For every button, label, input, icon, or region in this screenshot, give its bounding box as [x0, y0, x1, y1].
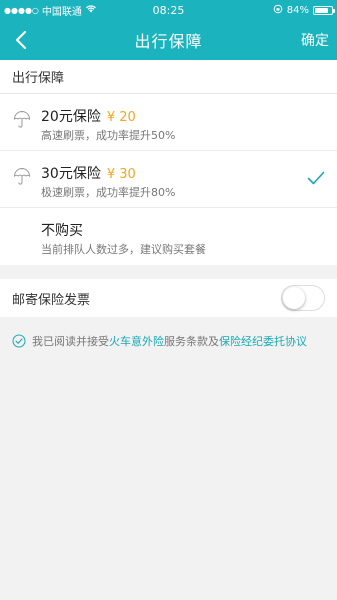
- option-none[interactable]: 不购买 当前排队人数过多，建议购买套餐: [0, 208, 337, 265]
- option-title: 30元保险: [41, 166, 101, 182]
- umbrella-icon: [13, 111, 31, 128]
- option-price: ¥ 20: [106, 110, 136, 125]
- broker-agreement-link[interactable]: 保险经纪委托协议: [219, 335, 307, 348]
- option-description: 高速刷票，成功率提升50%: [41, 129, 176, 142]
- option-30[interactable]: 30元保险 ¥ 30 极速刷票，成功率提升80%: [0, 151, 337, 208]
- status-bar: ●●●●○ 中国联通 08:25 84%: [0, 0, 337, 20]
- option-description: 当前排队人数过多，建议购买套餐: [41, 243, 206, 256]
- agreement-text: 我已阅读并接受: [32, 335, 109, 348]
- chevron-left-icon: [15, 30, 27, 50]
- section-title: 出行保障: [0, 60, 337, 94]
- option-description: 极速刷票，成功率提升80%: [41, 186, 176, 199]
- option-title: 20元保险: [41, 109, 101, 125]
- battery-icon: [313, 5, 335, 15]
- umbrella-icon: [13, 168, 31, 185]
- option-title: 不购买: [41, 223, 83, 239]
- mail-invoice-row: 邮寄保险发票: [0, 279, 337, 317]
- clock: 08:25: [152, 3, 185, 17]
- navigation-bar: 出行保障 确定: [0, 20, 337, 60]
- agreement-row: 我已阅读并接受火车意外险服务条款及保险经纪委托协议: [0, 317, 337, 349]
- accident-insurance-link[interactable]: 火车意外险: [109, 335, 164, 348]
- back-button[interactable]: [10, 27, 32, 53]
- option-20[interactable]: 20元保险 ¥ 20 高速刷票，成功率提升50%: [0, 94, 337, 151]
- header: ●●●●○ 中国联通 08:25 84% 出行保障 确定: [0, 0, 337, 60]
- toggle-knob: [283, 287, 305, 309]
- insurance-options: 20元保险 ¥ 20 高速刷票，成功率提升50% 30元保险 ¥ 30 极速刷票，成…: [0, 94, 337, 265]
- divider: [0, 265, 337, 279]
- check-circle-icon[interactable]: [12, 334, 26, 348]
- agreement-text: 服务条款及: [164, 335, 219, 348]
- mail-invoice-label: 邮寄保险发票: [12, 292, 91, 308]
- confirm-button[interactable]: 确定: [301, 30, 329, 50]
- option-price: ¥ 30: [106, 167, 136, 182]
- mail-invoice-toggle[interactable]: [281, 285, 325, 311]
- page-title: 出行保障: [134, 32, 203, 51]
- checkmark-icon: [307, 171, 325, 185]
